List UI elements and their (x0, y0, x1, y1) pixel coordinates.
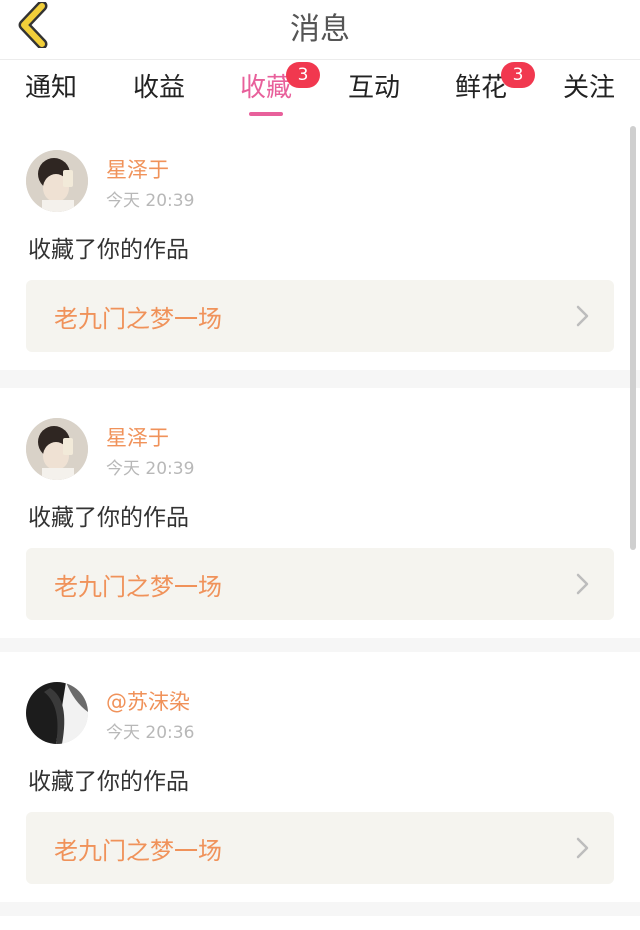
chevron-right-icon (576, 573, 589, 595)
action-text: 收藏了你的作品 (28, 505, 189, 531)
favorites-count-badge: 3 (286, 62, 320, 88)
tab-earnings[interactable]: 收益 (114, 70, 204, 120)
tab-notifications[interactable]: 通知 (6, 70, 96, 120)
message-list[interactable]: 星泽于 今天 20:39 收藏了你的作品 老九门之梦一场 星泽于 今天 20:3… (0, 120, 640, 930)
user-avatar-image (26, 150, 88, 212)
tab-flowers[interactable]: 鲜花 3 (436, 62, 535, 120)
message-card: 星泽于 今天 20:39 收藏了你的作品 老九门之梦一场 (0, 388, 640, 638)
timestamp: 今天 20:39 (106, 459, 195, 479)
tab-bar: 通知 收益 收藏 3 互动 鲜花 3 关注 (0, 60, 640, 120)
tab-label: 关注 (562, 73, 615, 103)
message-card: 星泽于 今天 20:39 收藏了你的作品 老九门之梦一场 (0, 120, 640, 370)
timestamp: 今天 20:39 (106, 191, 195, 211)
avatar[interactable] (26, 418, 88, 480)
work-link[interactable]: 老九门之梦一场 (26, 812, 614, 884)
avatar[interactable] (26, 150, 88, 212)
flowers-count-badge: 3 (501, 62, 535, 88)
username[interactable]: 星泽于 (106, 154, 169, 184)
tab-label: 收益 (132, 73, 185, 103)
username[interactable]: 星泽于 (106, 422, 169, 452)
avatar[interactable] (26, 682, 88, 744)
work-title: 老九门之梦一场 (54, 305, 222, 333)
timestamp: 今天 20:36 (106, 723, 195, 743)
user-avatar-image (26, 682, 88, 744)
work-link[interactable]: 老九门之梦一场 (26, 548, 614, 620)
message-card-partial (0, 916, 640, 930)
header-bar: 消息 (0, 0, 640, 60)
chevron-right-icon (576, 837, 589, 859)
action-text: 收藏了你的作品 (28, 237, 189, 263)
tab-label: 通知 (24, 73, 77, 103)
active-tab-indicator (249, 112, 283, 116)
tab-label: 收藏 (239, 73, 292, 103)
tab-label: 互动 (347, 73, 400, 103)
chevron-right-icon (576, 305, 589, 327)
work-title: 老九门之梦一场 (54, 573, 222, 601)
work-link[interactable]: 老九门之梦一场 (26, 280, 614, 352)
username[interactable]: @苏沫染 (106, 686, 190, 716)
message-card: @苏沫染 今天 20:36 收藏了你的作品 老九门之梦一场 (0, 652, 640, 902)
tab-label: 鲜花 (454, 73, 507, 103)
tab-interactions[interactable]: 互动 (329, 70, 419, 120)
tab-following[interactable]: 关注 (544, 70, 634, 120)
tab-favorites[interactable]: 收藏 3 (221, 62, 320, 120)
work-title: 老九门之梦一场 (54, 837, 222, 865)
page-title: 消息 (290, 12, 350, 47)
scrollbar[interactable] (630, 126, 636, 550)
action-text: 收藏了你的作品 (28, 769, 189, 795)
user-avatar-image (26, 418, 88, 480)
